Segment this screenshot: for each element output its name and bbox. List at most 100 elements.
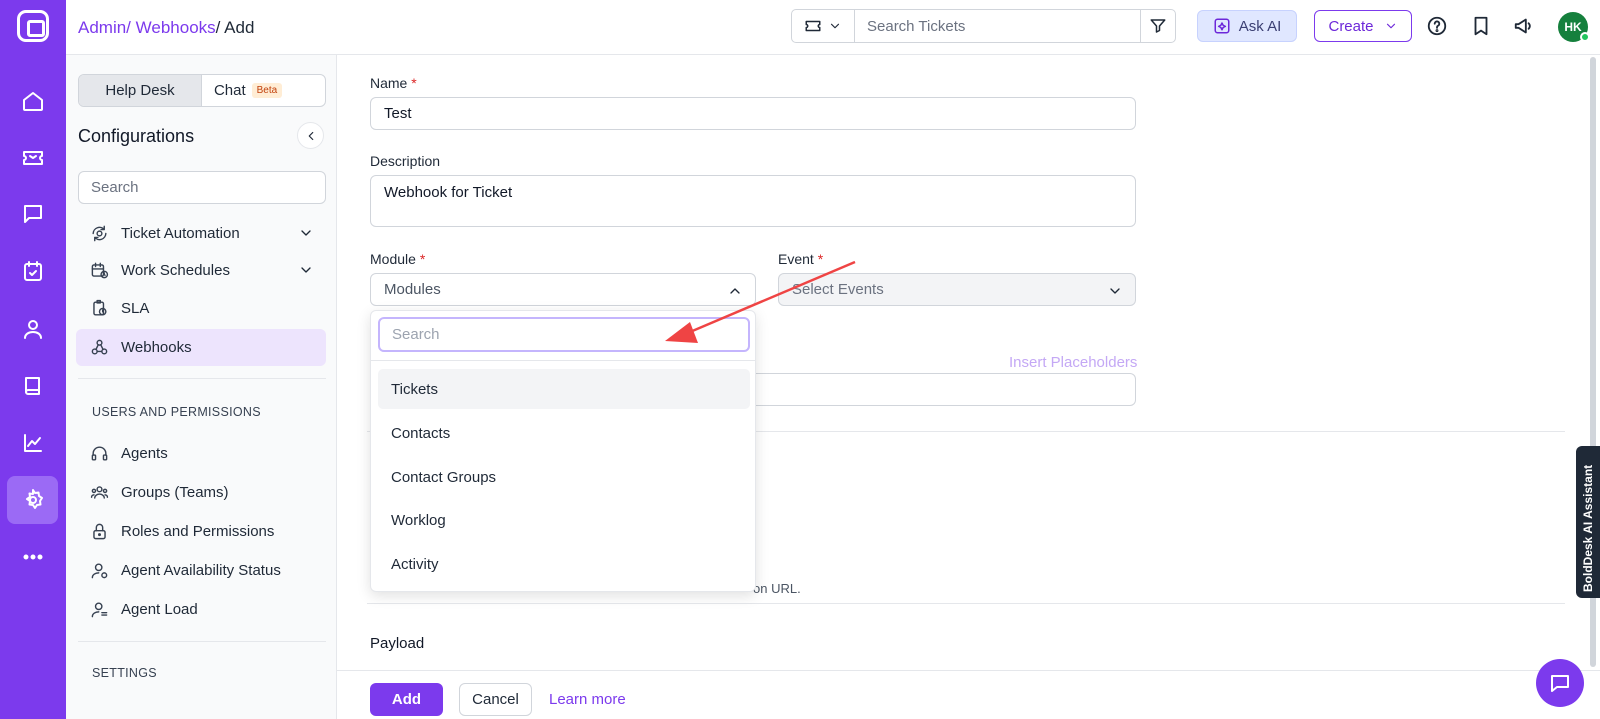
learn-more-link[interactable]: Learn more [549, 691, 626, 708]
chevron-down-icon [301, 267, 311, 273]
contacts-icon[interactable] [7, 305, 58, 353]
sidebar-item-label: Roles and Permissions [121, 523, 275, 540]
chat-icon[interactable] [7, 190, 58, 238]
module-option-worklog[interactable]: Worklog [378, 500, 750, 540]
event-select[interactable]: Select Events [778, 273, 1136, 306]
sidebar-item-sla[interactable]: SLA [76, 290, 326, 327]
headset-icon [91, 446, 108, 461]
sidebar-item-ticket-automation[interactable]: Ticket Automation [76, 215, 326, 252]
sidebar-item-label: SLA [121, 300, 150, 317]
webhook-icon [91, 339, 108, 355]
event-label: Event * [778, 251, 824, 267]
announcement-icon[interactable] [1513, 15, 1535, 37]
knowledge-base-icon[interactable] [7, 362, 58, 410]
home-icon[interactable] [7, 77, 58, 125]
app-logo[interactable] [17, 10, 49, 42]
sidebar-item-agent-load[interactable]: Agent Load [76, 591, 326, 628]
settings-gear-icon[interactable] [7, 476, 58, 524]
sidebar-item-agents[interactable]: Agents [76, 435, 326, 472]
name-label: Name * [370, 75, 417, 91]
ticket-search-group: Search Tickets [791, 9, 1176, 43]
form-footer: Add Cancel Learn more [337, 670, 1600, 719]
create-label: Create [1328, 17, 1374, 35]
chat-bubble-icon [1551, 675, 1569, 692]
tasks-icon[interactable] [7, 247, 58, 295]
chevron-down-icon [1386, 23, 1395, 29]
insert-placeholders-link[interactable]: Insert Placeholders [1009, 354, 1137, 371]
lock-icon [93, 523, 106, 540]
module-option-activity[interactable]: Activity [378, 544, 750, 584]
cancel-button[interactable]: Cancel [459, 683, 532, 716]
dropdown-divider [371, 360, 755, 361]
users-permissions-heading: USERS AND PERMISSIONS [92, 405, 261, 419]
product-switch: Help Desk Chat Beta [78, 74, 326, 107]
sidebar-item-label: Groups (Teams) [121, 484, 229, 501]
settings-heading: SETTINGS [92, 666, 157, 680]
module-dropdown-menu: Search Tickets Contacts Contact Groups W… [370, 310, 756, 592]
ask-ai-button[interactable]: Ask AI [1197, 10, 1297, 42]
breadcrumb: Admin/ Webhooks/ Add [78, 18, 254, 38]
description-label: Description [370, 153, 441, 169]
ai-assistant-tab[interactable]: BoldDesk AI Assistant [1576, 446, 1600, 598]
sidebar-search-input[interactable]: Search [78, 171, 326, 204]
ticket-icon [805, 20, 821, 32]
configurations-sidebar: Help Desk Chat Beta Configurations Searc… [66, 55, 337, 719]
collapse-sidebar-button[interactable] [297, 122, 324, 149]
description-textarea[interactable]: Webhook for Ticket [370, 175, 1136, 227]
help-icon[interactable] [1426, 15, 1448, 37]
automation-icon [92, 225, 107, 242]
module-placeholder: Modules [384, 281, 441, 298]
sidebar-item-label: Agent Load [121, 601, 198, 618]
module-option-tickets[interactable]: Tickets [378, 369, 750, 409]
sidebar-item-agent-availability[interactable]: Agent Availability Status [76, 552, 326, 589]
chevron-down-icon [301, 230, 311, 236]
search-type-dropdown[interactable] [792, 10, 855, 42]
url-helper-text: on URL. [753, 581, 801, 596]
top-header: Admin/ Webhooks/ Add Search Tickets Ask … [66, 0, 1600, 55]
url-input[interactable] [756, 373, 1136, 406]
app-rail [0, 0, 66, 719]
tab-help-desk[interactable]: Help Desk [79, 75, 202, 106]
name-input[interactable]: Test [370, 97, 1136, 130]
module-option-contact-groups[interactable]: Contact Groups [378, 457, 750, 497]
breadcrumb-admin[interactable]: Admin/ [78, 18, 131, 37]
tab-chat-label: Chat [213, 82, 246, 99]
user-status-icon [91, 563, 108, 579]
sidebar-item-work-schedules[interactable]: Work Schedules [76, 252, 326, 289]
sidebar-item-webhooks[interactable]: Webhooks [76, 329, 326, 366]
search-tickets-input[interactable]: Search Tickets [855, 10, 1141, 42]
payload-heading: Payload [370, 635, 425, 652]
module-option-contacts[interactable]: Contacts [378, 413, 750, 453]
ai-assistant-label: BoldDesk AI Assistant [1581, 464, 1595, 592]
sidebar-item-groups[interactable]: Groups (Teams) [76, 474, 326, 511]
sidebar-title: Configurations [78, 126, 195, 146]
add-button[interactable]: Add [370, 683, 443, 716]
sidebar-item-label: Ticket Automation [121, 225, 240, 242]
sidebar-item-label: Agent Availability Status [121, 562, 281, 579]
sidebar-item-label: Work Schedules [121, 262, 230, 279]
beta-badge: Beta [251, 83, 283, 98]
filter-icon[interactable] [1141, 10, 1175, 42]
sidebar-divider [78, 641, 326, 642]
reports-icon[interactable] [7, 419, 58, 467]
chevron-left-icon [308, 131, 313, 140]
group-icon [90, 486, 109, 499]
more-icon[interactable] [7, 533, 58, 581]
module-select[interactable]: Modules [370, 273, 756, 306]
ask-ai-label: Ask AI [1238, 17, 1282, 35]
event-placeholder: Select Events [792, 281, 884, 298]
tickets-icon[interactable] [7, 134, 58, 182]
calendar-clock-icon [91, 262, 109, 279]
bookmark-icon[interactable] [1470, 15, 1492, 37]
breadcrumb-webhooks[interactable]: Webhooks [131, 18, 216, 37]
chat-launcher-button[interactable] [1536, 659, 1584, 707]
chevron-down-icon [1110, 288, 1120, 294]
tab-chat[interactable]: Chat Beta [202, 75, 325, 106]
sidebar-item-roles[interactable]: Roles and Permissions [76, 513, 326, 550]
sidebar-divider [78, 378, 326, 379]
online-status-dot [1580, 32, 1590, 42]
module-search-input[interactable]: Search [378, 317, 750, 352]
chevron-up-icon [730, 288, 740, 294]
create-button[interactable]: Create [1314, 10, 1412, 42]
sla-icon [93, 299, 107, 316]
